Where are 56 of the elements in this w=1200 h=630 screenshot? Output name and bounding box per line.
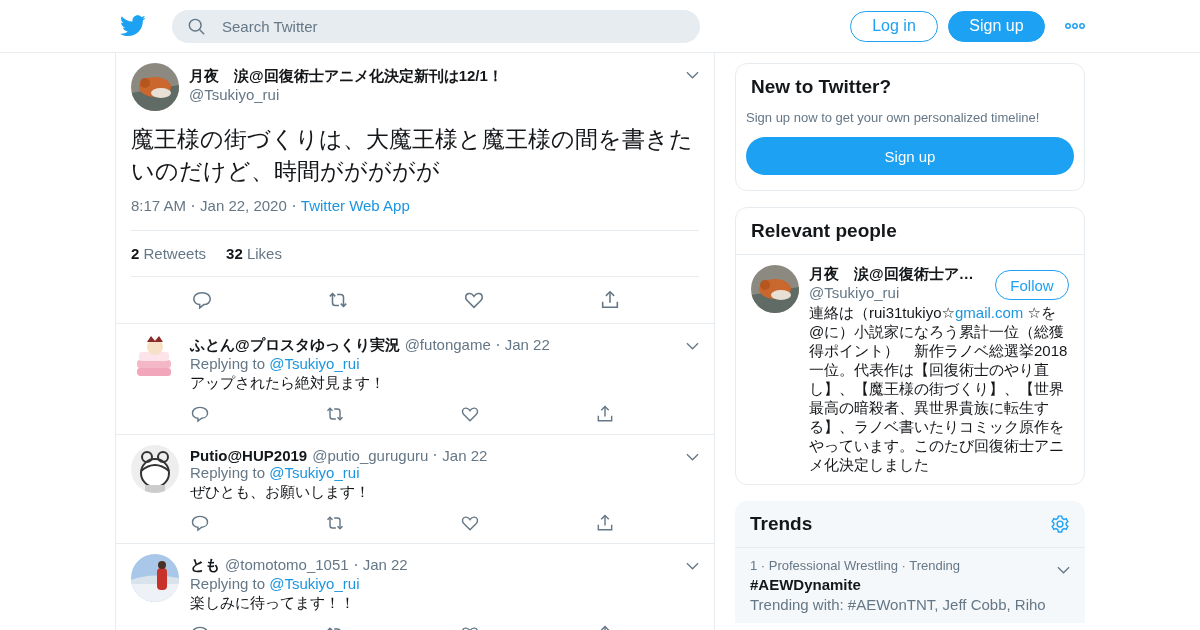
author-name[interactable]: Putio@HUP2019	[190, 447, 308, 464]
chevron-down-icon[interactable]	[686, 453, 699, 461]
reply-text: ぜひとも、お願いします！	[190, 482, 371, 502]
author-name[interactable]: ふとん@プロスタゆっくり実況	[190, 336, 400, 355]
source-link[interactable]: Twitter Web App	[300, 197, 410, 214]
bird-logo-icon[interactable]	[120, 15, 146, 37]
settings-icon[interactable]	[1050, 514, 1070, 534]
author-name[interactable]: 月夜 涙@回復術士アニメ化決定新刊は12/1！	[189, 67, 676, 86]
retweet-count[interactable]: 2 Retweets	[131, 245, 207, 262]
chevron-down-icon[interactable]	[1057, 566, 1070, 574]
person-name[interactable]: 月夜 涙@回復術士ア…	[809, 265, 995, 284]
reply-date[interactable]: Jan 22	[504, 336, 550, 353]
tweet-date: Jan 22, 2020	[200, 197, 287, 214]
search-field[interactable]: Search Twitter	[172, 9, 700, 43]
email-link[interactable]: gmail.com	[955, 304, 1024, 321]
like-count[interactable]: 32 Likes	[226, 245, 282, 262]
chevron-down-icon[interactable]	[686, 562, 699, 570]
reply-text: アップされたら絶対見ます！	[190, 373, 386, 393]
login-button[interactable]: Log in	[850, 10, 938, 42]
reply-text: 楽しみに待ってます！！	[190, 593, 356, 613]
follow-button[interactable]: Follow	[995, 270, 1069, 300]
separator-dot-icon	[354, 563, 357, 566]
chevron-down-icon[interactable]	[686, 71, 699, 79]
chevron-down-icon[interactable]	[686, 342, 699, 350]
card-title: Relevant people	[750, 219, 898, 243]
trend-name[interactable]: #AEWDynamite	[750, 576, 1057, 593]
signup-prompt: Sign up now to get your own personalized timeline!	[745, 110, 1041, 127]
replying-to-text: Replying to @Tsukiyo_rui	[190, 575, 361, 592]
tweet-text: 魔王様の街づくりは、大魔王様と魔王様の間を書きたいのだけど、時間ががががが	[131, 125, 694, 186]
separator-dot-icon	[496, 343, 499, 346]
signup-button[interactable]: Sign up	[746, 137, 1074, 175]
replying-to-text: Replying to @Tsukiyo_rui	[190, 464, 361, 481]
mention-link[interactable]: @Tsukiyo_rui	[269, 464, 360, 481]
author-handle[interactable]: @tomotomo_1051	[225, 556, 349, 573]
separator-dot-icon	[292, 204, 295, 207]
author-handle[interactable]: @putio_guruguru	[312, 447, 429, 464]
trend-related: Trending with: #AEWonTNT, Jeff Cobb, Riho	[750, 596, 1047, 613]
author-handle[interactable]: @Tsukiyo_rui	[189, 86, 676, 103]
card-title: Trends	[749, 512, 814, 536]
trend-meta: 1 · Professional Wrestling · Trending	[750, 558, 962, 573]
separator-dot-icon	[192, 204, 195, 207]
mention-link[interactable]: @Tsukiyo_rui	[269, 575, 360, 592]
search-icon	[188, 17, 206, 36]
more-icon[interactable]	[1065, 23, 1085, 29]
reply-date[interactable]: Jan 22	[442, 447, 488, 464]
signup-button[interactable]: Sign up	[948, 10, 1045, 42]
replying-to-text: Replying to @Tsukiyo_rui	[190, 355, 361, 372]
author-name[interactable]: とも	[190, 556, 220, 575]
reply-date[interactable]: Jan 22	[362, 556, 408, 573]
card-title: New to Twitter?	[750, 75, 893, 99]
separator-dot-icon	[434, 453, 437, 456]
person-handle[interactable]: @Tsukiyo_rui	[809, 284, 995, 301]
person-bio: 連絡は（rui31tukiyo☆gmail.com ☆を@に）小説家になろう累計一位（総獲得ポイント） 新作ラノベ総選挙2018一位。代表作は【回復術士のやり直し】、【魔王様の街づくり】、【世界最高の暗殺者、異世界貴族に転生する】、ラノベ書いたりコミック原作をやっています。このたび回復術士アニメ化決定しました	[809, 303, 1069, 474]
author-handle[interactable]: @futongame	[404, 336, 491, 353]
tweet-time: 8:17 AM	[131, 197, 187, 214]
mention-link[interactable]: @Tsukiyo_rui	[269, 355, 360, 372]
